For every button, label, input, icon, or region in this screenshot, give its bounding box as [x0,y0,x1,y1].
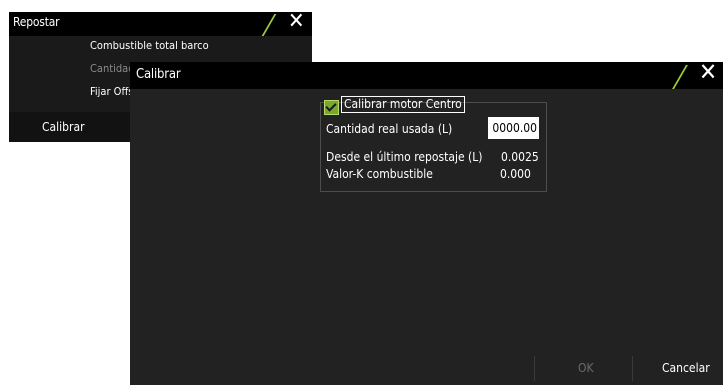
cancel-button[interactable]: Cancelar [662,361,710,375]
list-item-combustible[interactable]: Combustible total barco [90,39,209,52]
footer-divider [632,356,633,381]
repostar-title: Repostar [13,15,60,29]
valork-label: Valor-K combustible [326,167,433,181]
calibrar-title: Calibrar [136,67,181,82]
checkbox-label[interactable]: Calibrar motor Centro [341,96,465,113]
footer-divider [534,356,535,381]
valork-value: 0.000 [500,167,531,181]
calibrar-footer: OK Cancelar [130,350,723,385]
list-item-fijar-offset[interactable]: Fijar Offs [90,85,133,98]
calibrar-button[interactable]: Calibrar [42,120,85,134]
check-icon[interactable] [324,100,339,115]
cantidad-label: Cantidad real usada (L) [326,122,453,136]
accent-slash [261,14,277,36]
calibrar-motor-checkbox[interactable]: Calibrar motor Centro [324,94,465,115]
desde-label: Desde el último repostaje (L) [326,150,483,164]
calibrar-dialog: Calibrar ✕ Calibrar motor Centro Cantida… [130,58,723,385]
cantidad-input[interactable]: 0000.00 [488,117,539,139]
list-item-cantidad[interactable]: Cantidad [90,62,135,75]
calibrar-titlebar: Calibrar ✕ [130,58,723,89]
calibrar-close-button[interactable]: ✕ [672,58,723,89]
repostar-close-button[interactable]: ✕ [261,9,312,36]
close-icon: ✕ [288,9,305,34]
desde-value: 0.0025 [501,150,539,164]
repostar-titlebar: Repostar ✕ [9,9,312,36]
close-icon: ✕ [699,58,718,86]
accent-slash [672,65,688,89]
ok-button[interactable]: OK [578,361,594,375]
